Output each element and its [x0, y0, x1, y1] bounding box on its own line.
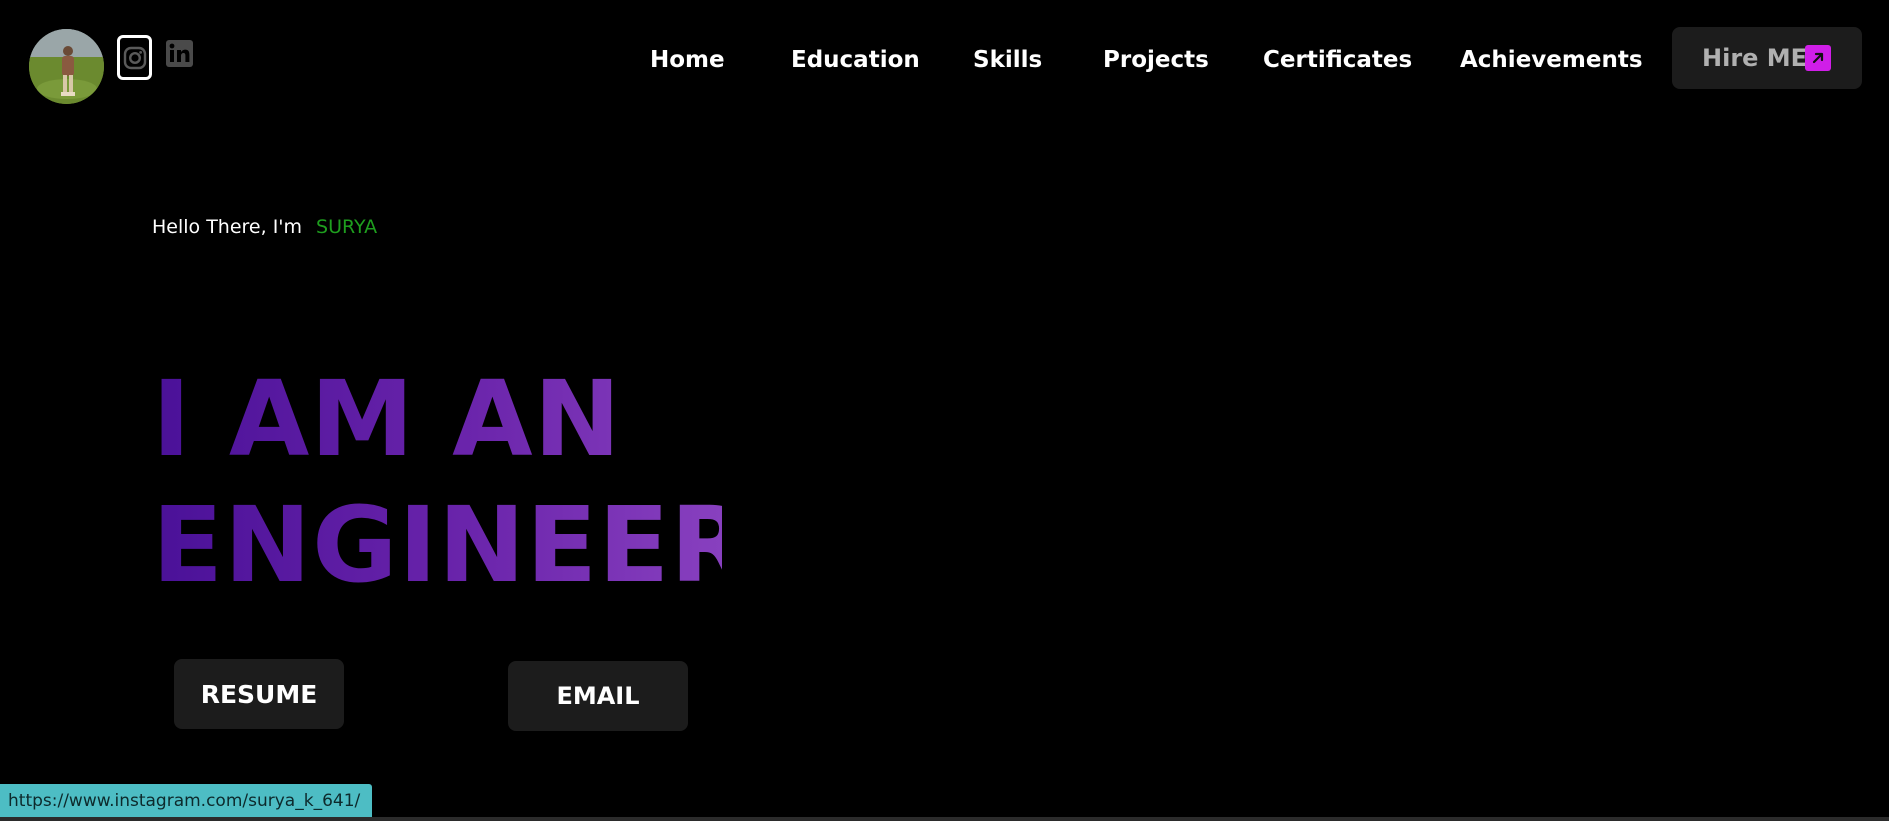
link-preview-statusbar: https://www.instagram.com/surya_k_641/: [0, 784, 373, 818]
greeting-text: Hello There, I'm: [152, 216, 303, 238]
nav-skills[interactable]: Skills: [973, 40, 1042, 80]
headline-line-1: I AM AN: [152, 356, 722, 482]
email-button[interactable]: EMAIL: [508, 661, 688, 731]
bottom-divider: [0, 817, 1889, 821]
instagram-link[interactable]: [117, 35, 152, 80]
nav-certificates[interactable]: Certificates: [1263, 40, 1412, 80]
greeting-name: SURYA: [316, 216, 378, 238]
portfolio-page: Home Education Skills Projects Certifica…: [0, 0, 1889, 821]
hero-headline: I AM AN ENGINEER: [152, 356, 752, 608]
nav-education[interactable]: Education: [791, 40, 920, 80]
link-preview-url: https://www.instagram.com/surya_k_641/: [8, 791, 361, 811]
resume-button[interactable]: RESUME: [174, 659, 344, 729]
nav-projects[interactable]: Projects: [1103, 40, 1209, 80]
nav-achievements[interactable]: Achievements: [1460, 40, 1643, 80]
profile-photo: [29, 29, 104, 104]
nav-home[interactable]: Home: [650, 40, 725, 80]
headline-line-2: ENGINEER: [152, 484, 752, 606]
hero-greeting: Hello There, I'm SURYA: [152, 216, 377, 238]
hire-me-label: Hire ME: [1702, 44, 1808, 72]
arrow-up-right-icon: [1805, 45, 1831, 71]
linkedin-link[interactable]: [166, 40, 193, 67]
linkedin-icon: [166, 40, 193, 67]
instagram-icon: [123, 46, 146, 69]
profile-avatar[interactable]: [29, 29, 104, 104]
hire-me-button[interactable]: Hire ME: [1672, 27, 1862, 89]
